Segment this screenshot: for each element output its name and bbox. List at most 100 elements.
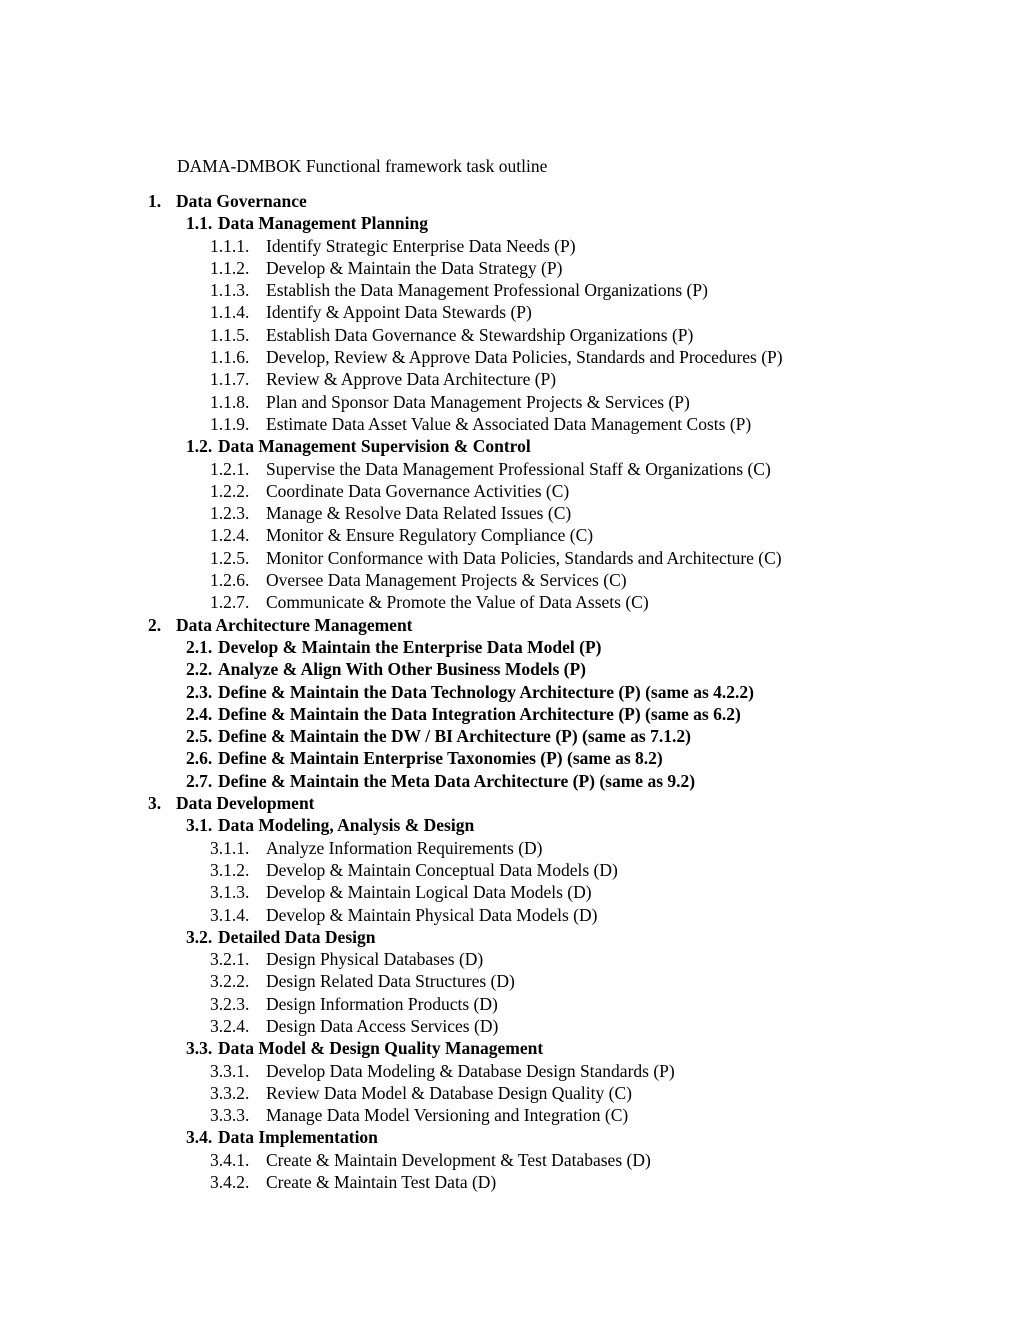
- page-title: DAMA-DMBOK Functional framework task out…: [177, 155, 548, 176]
- outline-item-number: 1.1.4.: [210, 302, 250, 323]
- outline-item: 1.1.7. Review & Approve Data Architecture…: [0, 368, 1020, 390]
- outline-item-number: 3.1.4.: [210, 904, 250, 925]
- outline-item-label: Develop, Review & Approve Data Policies,…: [266, 347, 783, 368]
- outline-item-number: 1.1.: [186, 213, 213, 234]
- outline-item: 3.1. Data Modeling, Analysis & Design: [0, 814, 1020, 836]
- outline-item-number: 3.3.2.: [210, 1082, 250, 1103]
- outline-item-number: 2.6.: [186, 748, 213, 769]
- outline-item: 3.4.2. Create & Maintain Test Data (D): [0, 1171, 1020, 1193]
- outline-item: 3.2.3. Design Information Products (D): [0, 993, 1020, 1015]
- outline-list: 1. Data Governance 1.1. Data Management Pla…: [0, 190, 1020, 1193]
- outline-item-label: Establish Data Governance & Stewardship …: [266, 324, 694, 345]
- outline-item: 3.3.1. Develop Data Modeling & Database D…: [0, 1060, 1020, 1082]
- outline-item-number: 3.2.1.: [210, 949, 250, 970]
- outline-item-number: 2.7.: [186, 770, 213, 791]
- outline-item: 1.1.4. Identify & Appoint Data Stewards (…: [0, 301, 1020, 323]
- outline-item-number: 3.2.3.: [210, 993, 250, 1014]
- outline-item-number: 3.3.3.: [210, 1105, 250, 1126]
- outline-item-label: Define & Maintain the Data Technology Ar…: [218, 681, 754, 702]
- outline-item-number: 3.4.2.: [210, 1172, 250, 1193]
- outline-item-label: Coordinate Data Governance Activities (C…: [266, 480, 570, 501]
- outline-item-label: Design Information Products (D): [266, 993, 498, 1014]
- outline-item-number: 2.2.: [186, 659, 213, 680]
- outline-item: 3.4.1. Create & Maintain Development & Te…: [0, 1149, 1020, 1171]
- outline-item-label: Communicate & Promote the Value of Data …: [266, 592, 649, 613]
- outline-item-number: 1.2.1.: [210, 458, 250, 479]
- outline-item: 2.4. Define & Maintain the Data Integrati…: [0, 703, 1020, 725]
- outline-item: 2.1. Develop & Maintain the Enterprise Da…: [0, 636, 1020, 658]
- outline-item-number: 3.2.: [186, 926, 213, 947]
- outline-item: 2.7. Define & Maintain the Meta Data Arch…: [0, 770, 1020, 792]
- outline-item-number: 3.3.: [186, 1038, 213, 1059]
- outline-item-label: Develop & Maintain the Data Strategy (P): [266, 257, 563, 278]
- outline-item-label: Create & Maintain Development & Test Dat…: [266, 1149, 651, 1170]
- outline-item: 3.3.2. Review Data Model & Database Desig…: [0, 1082, 1020, 1104]
- outline-item-label: Supervise the Data Management Profession…: [266, 458, 771, 479]
- outline-item-label: Establish the Data Management Profession…: [266, 280, 708, 301]
- outline-item-label: Detailed Data Design: [218, 926, 376, 947]
- outline-item-number: 3.: [148, 793, 162, 814]
- outline-item: 3.3.3. Manage Data Model Versioning and I…: [0, 1104, 1020, 1126]
- outline-item-label: Plan and Sponsor Data Management Project…: [266, 391, 690, 412]
- outline-item-label: Design Related Data Structures (D): [266, 971, 515, 992]
- outline-item-label: Data Development: [176, 793, 315, 814]
- outline-item-label: Develop & Maintain Logical Data Models (…: [266, 882, 592, 903]
- outline-item-label: Analyze Information Requirements (D): [266, 837, 543, 858]
- outline-item-label: Review Data Model & Database Design Qual…: [266, 1082, 632, 1103]
- outline-item-label: Manage & Resolve Data Related Issues (C): [266, 503, 572, 524]
- outline-item: 3.1.1. Analyze Information Requirements (…: [0, 837, 1020, 859]
- outline-item: 1.1.6. Develop, Review & Approve Data Pol…: [0, 346, 1020, 368]
- outline-item: 2.5. Define & Maintain the DW / BI Archit…: [0, 725, 1020, 747]
- outline-item-number: 3.4.: [186, 1127, 213, 1148]
- document-page: DAMA-DMBOK Functional framework task out…: [0, 0, 1020, 1320]
- outline-item-number: 3.4.1.: [210, 1149, 250, 1170]
- outline-item-number: 3.1.: [186, 815, 213, 836]
- outline-item-number: 3.1.3.: [210, 882, 250, 903]
- outline-item: 2. Data Architecture Management: [0, 614, 1020, 636]
- outline-item: 1.1.8. Plan and Sponsor Data Management P…: [0, 391, 1020, 413]
- outline-item: 1.2. Data Management Supervision & Contro…: [0, 435, 1020, 457]
- outline-item: 1.2.7. Communicate & Promote the Value of…: [0, 591, 1020, 613]
- outline-item-number: 1.1.7.: [210, 369, 250, 390]
- outline-item: 3. Data Development: [0, 792, 1020, 814]
- outline-item-label: Data Management Planning: [218, 213, 428, 234]
- outline-item-number: 3.2.4.: [210, 1015, 250, 1036]
- outline-item-number: 1.2.3.: [210, 503, 250, 524]
- outline-item-number: 2.1.: [186, 636, 213, 657]
- outline-item-number: 3.3.1.: [210, 1060, 250, 1081]
- outline-item: 3.2.2. Design Related Data Structures (D): [0, 970, 1020, 992]
- outline-item-label: Develop Data Modeling & Database Design …: [266, 1060, 675, 1081]
- outline-item-label: Define & Maintain the DW / BI Architectu…: [218, 726, 691, 747]
- outline-item: 1.2.3. Manage & Resolve Data Related Issu…: [0, 502, 1020, 524]
- outline-item-label: Define & Maintain the Data Integration A…: [218, 703, 741, 724]
- outline-item: 1.1.1. Identify Strategic Enterprise Data…: [0, 235, 1020, 257]
- outline-item: 1.2.2. Coordinate Data Governance Activit…: [0, 480, 1020, 502]
- outline-item: 1.1.9. Estimate Data Asset Value & Associ…: [0, 413, 1020, 435]
- outline-item: 3.2.4. Design Data Access Services (D): [0, 1015, 1020, 1037]
- outline-item-number: 1.2.5.: [210, 547, 250, 568]
- outline-item: 3.3. Data Model & Design Quality Manageme…: [0, 1037, 1020, 1059]
- outline-item: 1.1.5. Establish Data Governance & Stewar…: [0, 324, 1020, 346]
- outline-item: 3.1.3. Develop & Maintain Logical Data Mo…: [0, 881, 1020, 903]
- outline-item-number: 3.2.2.: [210, 971, 250, 992]
- outline-item-label: Create & Maintain Test Data (D): [266, 1172, 497, 1193]
- outline-item-label: Data Modeling, Analysis & Design: [218, 815, 475, 836]
- outline-item: 3.1.4. Develop & Maintain Physical Data M…: [0, 904, 1020, 926]
- outline-item-label: Data Architecture Management: [176, 614, 413, 635]
- outline-item-label: Data Model & Design Quality Management: [218, 1038, 544, 1059]
- outline-item-label: Design Data Access Services (D): [266, 1015, 499, 1036]
- outline-item-label: Monitor & Ensure Regulatory Compliance (…: [266, 525, 594, 546]
- outline-item-label: Data Management Supervision & Control: [218, 436, 531, 457]
- outline-item-number: 1.1.9.: [210, 413, 250, 434]
- outline-item-number: 1.2.: [186, 436, 213, 457]
- outline-item-number: 1.2.4.: [210, 525, 250, 546]
- outline-item-number: 1.1.1.: [210, 235, 250, 256]
- outline-item-label: Develop & Maintain the Enterprise Data M…: [218, 636, 602, 657]
- outline-item-number: 1.1.6.: [210, 347, 250, 368]
- outline-item: 1.1.3. Establish the Data Management Prof…: [0, 279, 1020, 301]
- outline-item-number: 2.3.: [186, 681, 213, 702]
- outline-item-label: Develop & Maintain Physical Data Models …: [266, 904, 598, 925]
- outline-item: 1. Data Governance: [0, 190, 1020, 212]
- outline-item-label: Review & Approve Data Architecture (P): [266, 369, 557, 390]
- outline-item-number: 1.1.3.: [210, 280, 250, 301]
